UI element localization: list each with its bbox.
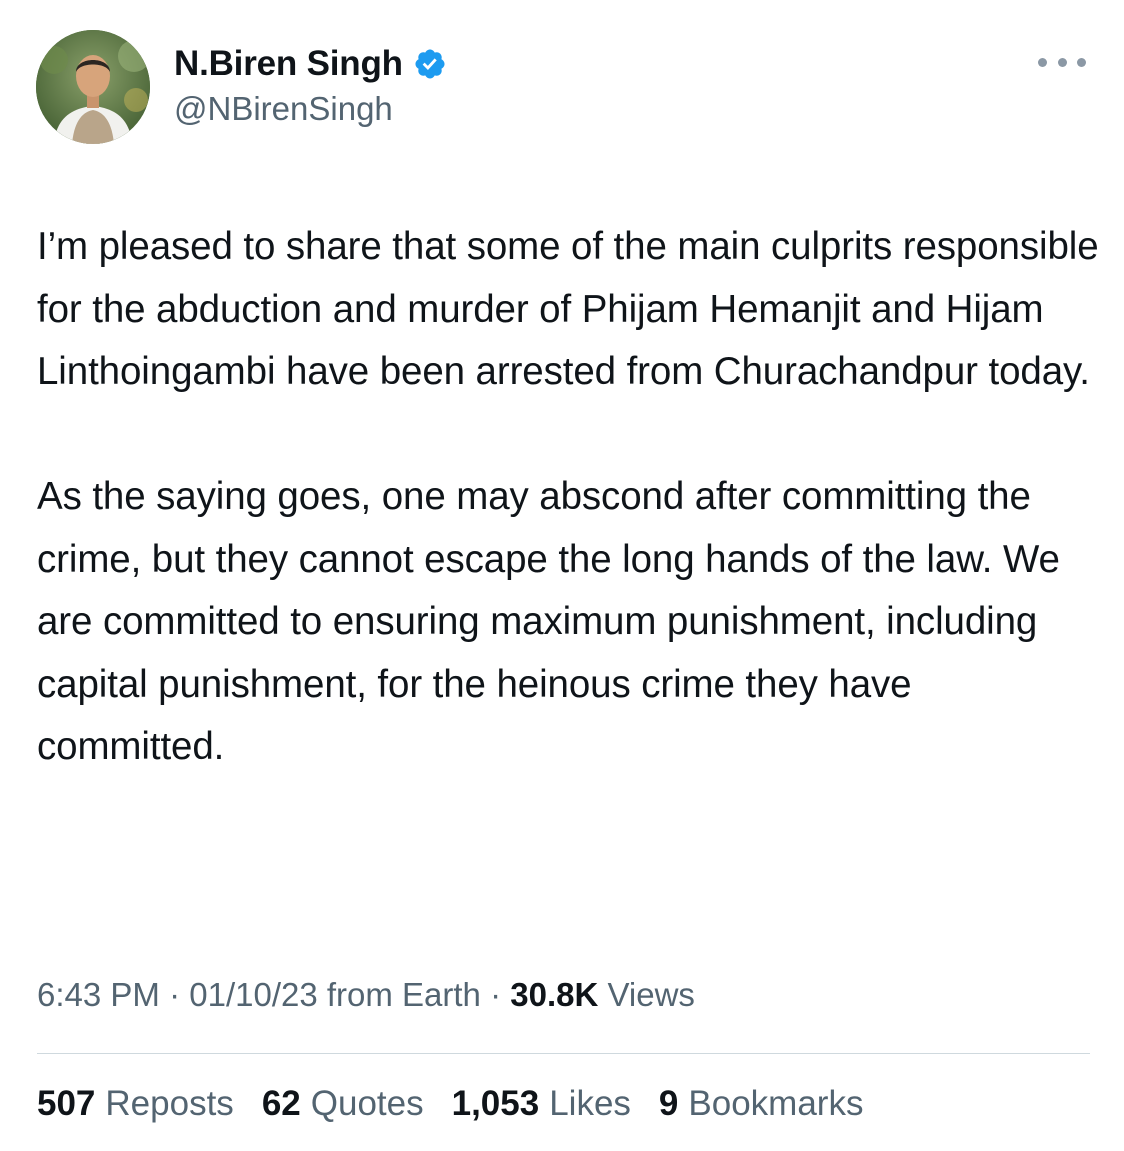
- tweet-time[interactable]: 6:43 PM: [37, 976, 160, 1013]
- divider: [37, 1053, 1090, 1054]
- quotes-stat[interactable]: 62 Quotes: [262, 1084, 424, 1128]
- tweet-metadata: 6:43 PM · 01/10/23 from Earth · 30.8K Vi…: [37, 976, 695, 1014]
- reposts-label: Reposts: [105, 1084, 234, 1123]
- verified-badge-icon[interactable]: [413, 47, 447, 81]
- reposts-count: 507: [37, 1084, 96, 1123]
- tweet-paragraph: I’m pleased to share that some of the ma…: [37, 225, 1099, 393]
- likes-label: Likes: [549, 1084, 631, 1123]
- author-display-name[interactable]: N.Biren Singh: [174, 44, 403, 84]
- meta-separator: ·: [159, 976, 190, 1013]
- meta-separator: ·: [480, 976, 511, 1013]
- tweet-source: from Earth: [317, 976, 481, 1013]
- tweet-date[interactable]: 01/10/23: [189, 976, 317, 1013]
- views-label: Views: [598, 976, 695, 1013]
- bookmarks-stat[interactable]: 9 Bookmarks: [659, 1084, 864, 1128]
- dot-icon: [1038, 57, 1047, 67]
- quotes-count: 62: [261, 1084, 301, 1123]
- avatar[interactable]: [36, 30, 150, 144]
- more-options-icon[interactable]: [1038, 52, 1086, 72]
- author-handle[interactable]: @NBirenSingh: [174, 90, 393, 128]
- quotes-label: Quotes: [310, 1084, 424, 1123]
- engagement-stats: 507 Reposts 62 Quotes 1,053 Likes 9 Book…: [37, 1084, 863, 1128]
- tweet-text: I’m pleased to share that some of the ma…: [37, 216, 1101, 779]
- dot-icon: [1057, 57, 1067, 67]
- reposts-stat[interactable]: 507 Reposts: [37, 1084, 234, 1128]
- likes-stat[interactable]: 1,053 Likes: [452, 1084, 631, 1128]
- tweet-paragraph: As the saying goes, one may abscond afte…: [37, 475, 1060, 768]
- avatar-photo: [36, 30, 150, 144]
- bookmarks-label: Bookmarks: [688, 1084, 864, 1123]
- author-name-row[interactable]: N.Biren Singh: [174, 42, 447, 86]
- likes-count: 1,053: [451, 1084, 540, 1123]
- bookmarks-count: 9: [658, 1084, 679, 1123]
- views-count: 30.8K: [510, 976, 599, 1013]
- dot-icon: [1077, 57, 1086, 67]
